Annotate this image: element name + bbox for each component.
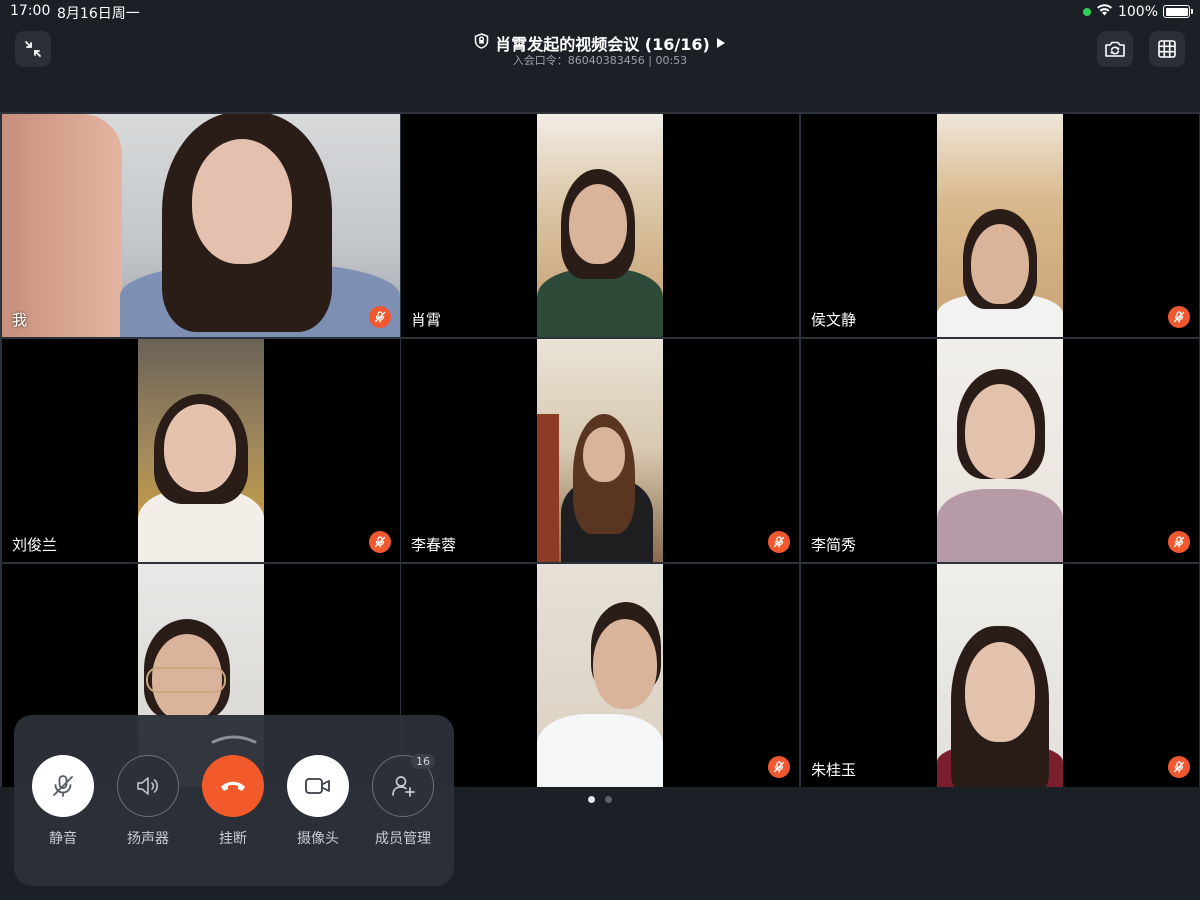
participant-name: 李简秀: [811, 536, 857, 554]
participant-video: [2, 114, 400, 337]
participant-video: [537, 114, 663, 337]
add-member-icon: [392, 776, 415, 797]
play-triangle-icon: [716, 34, 726, 53]
muted-mic-icon: [369, 306, 391, 328]
page-dot[interactable]: [605, 796, 612, 803]
control-panel: 静音 扬声器 挂断 摄像头 16 成员管理: [14, 715, 454, 886]
wifi-icon: [1096, 3, 1113, 20]
video-tile[interactable]: 朱桂玉: [801, 564, 1199, 787]
hangup-circle[interactable]: [202, 755, 264, 817]
participant-video: [138, 339, 264, 562]
mic-in-use-indicator: [1082, 7, 1091, 16]
participant-video: [537, 564, 663, 787]
grid-icon: [1158, 40, 1176, 58]
video-tile[interactable]: 肖霄: [401, 114, 799, 337]
video-tile[interactable]: 刘俊兰: [2, 339, 400, 562]
status-time: 17:00: [10, 3, 51, 19]
mute-circle[interactable]: [32, 755, 94, 817]
participant-video: [937, 564, 1063, 787]
speaker-circle[interactable]: [117, 755, 179, 817]
video-tile[interactable]: 李春蓉: [401, 339, 799, 562]
participant-name: 刘俊兰: [12, 536, 58, 554]
video-tile[interactable]: 侯文静: [801, 114, 1199, 337]
muted-mic-icon: [768, 531, 790, 553]
mute-label: 静音: [49, 831, 77, 847]
members-label: 成员管理: [375, 831, 431, 847]
page-dot[interactable]: [588, 796, 595, 803]
muted-mic-icon: [768, 756, 790, 778]
speaker-label: 扬声器: [127, 831, 169, 847]
status-date: 8月16日周一: [57, 6, 140, 22]
members-button[interactable]: 16 成员管理: [370, 754, 436, 848]
muted-mic-icon: [1168, 306, 1190, 328]
participant-name: 朱桂玉: [811, 761, 857, 779]
battery-icon: [1163, 5, 1193, 18]
mic-off-icon: [53, 775, 73, 797]
video-tile[interactable]: 我: [2, 114, 400, 337]
participant-video: [537, 339, 663, 562]
participant-video: [937, 339, 1063, 562]
muted-mic-icon: [1168, 756, 1190, 778]
battery-percent: 100%: [1117, 3, 1158, 20]
switch-camera-button[interactable]: [1097, 31, 1133, 67]
mute-button[interactable]: 静音: [30, 755, 96, 848]
participant-name: 李春蓉: [411, 536, 457, 554]
video-camera-icon: [305, 778, 330, 794]
grid-layout-button[interactable]: [1149, 31, 1185, 67]
participant-video: [937, 114, 1063, 337]
video-grid: 我 肖霄 侯文静 刘俊兰 李春蓉 李简秀 朱桂玉: [0, 112, 1200, 787]
hangup-label: 挂断: [219, 831, 247, 847]
participant-name: 侯文静: [811, 311, 857, 329]
speaker-icon: [137, 777, 159, 795]
status-bar: 17:00 8月16日周一 100%: [0, 0, 1200, 24]
camera-button[interactable]: 摄像头: [285, 755, 351, 848]
muted-mic-icon: [369, 531, 391, 553]
expand-handle-icon[interactable]: [210, 729, 258, 744]
status-right: 100%: [1082, 3, 1193, 20]
participant-name: 我: [12, 311, 28, 329]
shield-lock-icon: [474, 33, 489, 53]
hangup-button[interactable]: 挂断: [200, 755, 266, 848]
members-circle[interactable]: 16: [372, 754, 435, 817]
video-tile[interactable]: [401, 564, 799, 787]
participant-name: 肖霄: [411, 311, 442, 329]
camera-switch-icon: [1105, 41, 1125, 57]
video-tile[interactable]: 李简秀: [801, 339, 1199, 562]
muted-mic-icon: [1168, 531, 1190, 553]
camera-label: 摄像头: [297, 831, 339, 847]
meeting-code-duration: 入会口令：86040383456 | 00:53: [512, 54, 688, 67]
hangup-phone-icon: [221, 781, 245, 791]
member-count-badge: 16: [411, 754, 435, 769]
speaker-button[interactable]: 扬声器: [115, 755, 181, 848]
camera-circle[interactable]: [287, 755, 349, 817]
